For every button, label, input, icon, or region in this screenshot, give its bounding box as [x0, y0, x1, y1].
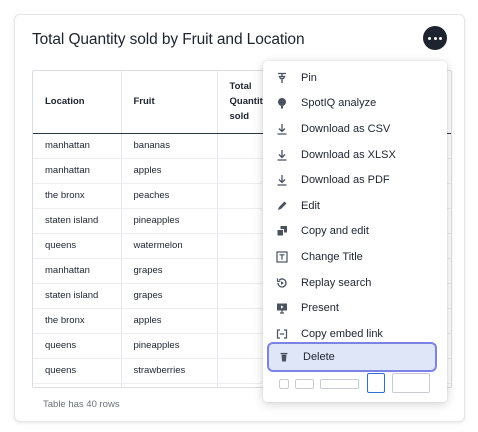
menu-footer-placeholder: [392, 373, 430, 393]
copy-icon: [276, 225, 288, 237]
empty-cell: [121, 383, 218, 387]
title-icon: [276, 250, 288, 263]
location-cell: queens: [33, 233, 122, 259]
trash-icon: [278, 351, 290, 363]
menu-item-edit[interactable]: Edit: [263, 193, 447, 218]
embed-link-icon: [276, 328, 288, 340]
present-icon: [276, 302, 288, 314]
location-cell: manhattan: [33, 133, 122, 159]
card-title: Total Quantity sold by Fruit and Locatio…: [32, 31, 305, 48]
column-header-location[interactable]: Location: [33, 71, 122, 134]
fruit-cell: apples: [121, 308, 218, 334]
menu-item-label: Edit: [301, 199, 320, 212]
menu-footer-placeholder: [279, 379, 289, 389]
fruit-cell: apples: [121, 158, 218, 184]
fruit-cell: grapes: [121, 258, 218, 284]
menu-item-label: Delete: [303, 351, 335, 363]
column-header-fruit[interactable]: Fruit: [121, 71, 218, 134]
fruit-cell: pineapples: [121, 208, 218, 234]
menu-item-delete[interactable]: Delete: [267, 342, 437, 372]
pencil-icon: [276, 200, 288, 212]
fruit-cell: strawberries: [121, 358, 218, 384]
pin-icon: [276, 72, 288, 84]
fruit-cell: pineapples: [121, 333, 218, 359]
menu-item-present[interactable]: Present: [263, 295, 447, 320]
menu-item-label: SpotIQ analyze: [301, 96, 377, 109]
location-cell: the bronx: [33, 183, 122, 209]
fruit-cell: peaches: [121, 183, 218, 209]
download-icon: [276, 174, 288, 186]
menu-item-label: Download as PDF: [301, 173, 390, 186]
menu-item-change-title[interactable]: Change Title: [263, 244, 447, 269]
fruit-cell: watermelon: [121, 233, 218, 259]
column-header-total-quantity-label: Total Quantit sold: [229, 81, 263, 123]
fruit-cell: grapes: [121, 283, 218, 309]
location-cell: queens: [33, 333, 122, 359]
location-cell: manhattan: [33, 158, 122, 184]
dot: [428, 36, 431, 40]
empty-cell: [33, 383, 122, 387]
download-icon: [276, 123, 288, 135]
menu-item-label: Change Title: [301, 250, 363, 263]
menu-item-copy-and-edit[interactable]: Copy and edit: [263, 218, 447, 243]
menu-item-label: Pin: [301, 71, 317, 84]
download-icon: [276, 149, 288, 161]
menu-footer-placeholder: [320, 379, 359, 389]
menu-item-label: Download as CSV: [301, 122, 391, 135]
dot: [433, 36, 437, 40]
replay-icon: [276, 277, 288, 289]
location-cell: manhattan: [33, 258, 122, 284]
menu-item-download-as-csv[interactable]: Download as CSV: [263, 116, 447, 141]
more-options-button[interactable]: [423, 26, 447, 50]
menu-item-download-as-xlsx[interactable]: Download as XLSX: [263, 142, 447, 167]
location-cell: staten island: [33, 208, 122, 234]
menu-item-replay-search[interactable]: Replay search: [263, 270, 447, 295]
menu-item-spotiq-analyze[interactable]: SpotIQ analyze: [263, 90, 447, 115]
dot: [439, 36, 442, 40]
location-cell: the bronx: [33, 308, 122, 334]
menu-item-download-as-pdf[interactable]: Download as PDF: [263, 167, 447, 192]
fruit-cell: bananas: [121, 133, 218, 159]
menu-item-label: Copy embed link: [301, 327, 383, 340]
row-count-note: Table has 40 rows: [43, 399, 120, 410]
spotiq-icon: [276, 97, 288, 109]
options-menu: Pin SpotIQ analyze Download as CSV Download…: [263, 61, 447, 402]
menu-footer-placeholder: [295, 379, 314, 389]
location-cell: staten island: [33, 283, 122, 309]
menu-item-label: Copy and edit: [301, 224, 369, 237]
location-cell: queens: [33, 358, 122, 384]
menu-item-label: Present: [301, 301, 339, 314]
menu-item-pin[interactable]: Pin: [263, 65, 447, 90]
menu-item-label: Replay search: [301, 276, 372, 289]
menu-item-label: Download as XLSX: [301, 148, 396, 161]
menu-footer-placeholder: [367, 373, 385, 393]
